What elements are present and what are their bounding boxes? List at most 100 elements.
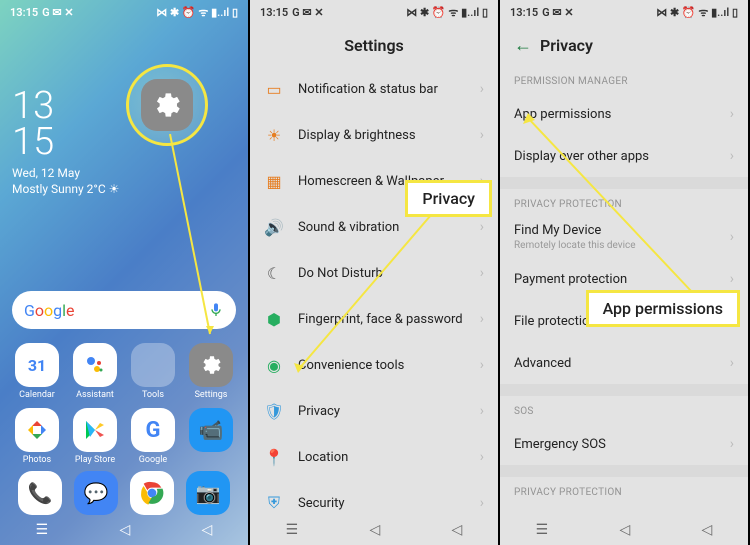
row-label: Do Not Disturb: [298, 266, 466, 281]
row-icon: ▭: [264, 79, 284, 99]
phone-app[interactable]: 📞: [18, 471, 62, 515]
row-label: Fingerprint, face & password: [298, 312, 466, 327]
google-app[interactable]: GGoogle: [128, 408, 178, 465]
nav-back[interactable]: ◁: [202, 522, 213, 538]
privacy-row-find-my-device[interactable]: Find My DeviceRemotely locate this devic…: [500, 216, 748, 258]
row-label: Advanced: [514, 356, 716, 371]
settings-row-do-not-disturb[interactable]: ☾Do Not Disturb›: [250, 250, 498, 296]
nav-back[interactable]: ◁: [452, 522, 463, 538]
chevron-right-icon: ›: [480, 403, 484, 419]
privacy-row-emergency-sos[interactable]: Emergency SOS›: [500, 423, 748, 465]
page-title: Settings: [344, 36, 404, 55]
play-store-app[interactable]: Play Store: [70, 408, 120, 465]
status-left-icons: G ✉ ✕: [542, 6, 573, 19]
row-label: Location: [298, 450, 466, 465]
nav-back[interactable]: ◁: [702, 522, 713, 538]
row-label: Privacy: [298, 404, 466, 419]
weather-text[interactable]: Mostly Sunny 2°C ☀: [12, 182, 236, 196]
chevron-right-icon: ›: [730, 355, 734, 371]
camera-app[interactable]: 📷: [186, 471, 230, 515]
status-time: 13:15: [260, 6, 288, 19]
photos-app[interactable]: Photos: [12, 408, 62, 465]
settings-row-privacy[interactable]: 🛡Privacy›: [250, 388, 498, 434]
assistant-icon: [73, 343, 117, 387]
nav-recent[interactable]: ☰: [286, 522, 299, 538]
status-right-icons: ⋈ ✱ ⏰ ᯤ ▮..ıl ▯: [156, 5, 238, 20]
chevron-right-icon: ›: [480, 127, 484, 143]
section-spacer: [500, 465, 748, 477]
privacy-header: ← Privacy: [500, 24, 748, 66]
google-icon: G: [131, 408, 175, 452]
calendar-icon: 31: [15, 343, 59, 387]
settings-row-display-brightness[interactable]: ☀ Display & brightness ›: [250, 112, 498, 158]
nav-home[interactable]: ◁: [369, 522, 380, 538]
settings-row-notification-status-bar[interactable]: ▭Notification & status bar›: [250, 66, 498, 112]
app-label: Assistant: [76, 390, 114, 400]
chrome-app[interactable]: [130, 471, 174, 515]
chevron-right-icon: ›: [480, 311, 484, 327]
phone-settings-screen: 13:15G ✉ ✕ ⋈ ✱ ⏰ ᯤ ▮..ıl ▯ Settings ▭Not…: [250, 0, 500, 545]
chevron-right-icon: ›: [730, 106, 734, 122]
nav-recent[interactable]: ☰: [36, 522, 49, 538]
row-label: Payment protection: [514, 272, 716, 287]
nav-bar: ☰ ◁ ◁: [250, 515, 498, 545]
app-4[interactable]: 📹: [186, 408, 236, 465]
app-label: Settings: [195, 390, 228, 400]
settings-row-location[interactable]: 📍Location›: [250, 434, 498, 480]
row-label: Security: [298, 496, 466, 511]
row-icon: ☀: [264, 125, 284, 145]
privacy-row-app-lock[interactable]: App Lock›: [500, 504, 748, 515]
nav-bar: ☰ ◁ ◁: [500, 515, 748, 545]
row-label: Sound & vibration: [298, 220, 466, 235]
assistant-app[interactable]: Assistant: [70, 343, 120, 400]
row-icon: ⬢: [264, 309, 284, 329]
nav-home[interactable]: ◁: [119, 522, 130, 538]
row-icon: ◉: [264, 355, 284, 375]
chevron-right-icon: ›: [480, 265, 484, 281]
date-text: Wed, 12 May: [12, 166, 236, 180]
row-label: Display over other apps: [514, 149, 716, 164]
google-search-bar[interactable]: Google: [12, 291, 236, 329]
settings-row-convenience-tools[interactable]: ◉Convenience tools›: [250, 342, 498, 388]
nav-bar: ☰ ◁ ◁: [0, 515, 248, 545]
nav-home[interactable]: ◁: [619, 522, 630, 538]
tools-folder[interactable]: Tools: [128, 343, 178, 400]
mic-icon[interactable]: [208, 302, 224, 318]
phone-home-screen: 13:15G ✉ ✕ ⋈ ✱ ⏰ ᯤ ▮..ıl ▯ 13 15 Wed, 12…: [0, 0, 250, 545]
dock: 📞 💬 📷: [0, 471, 248, 515]
calendar-app[interactable]: 31 Calendar: [12, 343, 62, 400]
privacy-row-advanced[interactable]: Advanced ›: [500, 342, 748, 384]
app-label: Calendar: [19, 390, 55, 400]
row-label: Display & brightness: [298, 128, 466, 143]
status-bar: 13:15G ✉ ✕ ⋈ ✱ ⏰ ᯤ ▮..ıl ▯: [0, 0, 248, 24]
status-bar: 13:15G ✉ ✕ ⋈ ✱ ⏰ ᯤ ▮..ıl ▯: [500, 0, 748, 24]
row-icon: 🔊: [264, 217, 284, 237]
chevron-right-icon: ›: [730, 436, 734, 452]
section-title: PERMISSION MANAGER: [500, 66, 748, 93]
privacy-row-app-permissions[interactable]: App permissions›: [500, 93, 748, 135]
settings-list[interactable]: ▭Notification & status bar› ☀ Display & br…: [250, 66, 498, 515]
settings-app-highlighted[interactable]: [141, 79, 193, 131]
settings-row-fingerprint-face-password[interactable]: ⬢ Fingerprint, face & password ›: [250, 296, 498, 342]
phone-privacy-screen: 13:15G ✉ ✕ ⋈ ✱ ⏰ ᯤ ▮..ıl ▯ ← Privacy PER…: [500, 0, 750, 545]
chevron-right-icon: ›: [730, 229, 734, 245]
row-icon: ⛨: [264, 493, 284, 513]
status-time: 13:15: [10, 6, 38, 19]
settings-header: Settings: [250, 24, 498, 66]
messages-app[interactable]: 💬: [74, 471, 118, 515]
chevron-right-icon: ›: [480, 81, 484, 97]
app-label: Play Store: [75, 455, 115, 465]
settings-app[interactable]: Settings: [186, 343, 236, 400]
gear-icon: [151, 89, 183, 121]
settings-row-security[interactable]: ⛨Security›: [250, 480, 498, 515]
chevron-right-icon: ›: [480, 357, 484, 373]
back-arrow-icon[interactable]: ←: [514, 35, 532, 56]
app-label: Photos: [23, 455, 51, 465]
section-title: PRIVACY PROTECTION: [500, 477, 748, 504]
google-logo: Google: [24, 301, 75, 320]
callout-privacy: Privacy: [405, 180, 492, 217]
privacy-row-display-over-other-apps[interactable]: Display over other apps›: [500, 135, 748, 177]
nav-recent[interactable]: ☰: [536, 522, 549, 538]
status-bar: 13:15G ✉ ✕ ⋈ ✱ ⏰ ᯤ ▮..ıl ▯: [250, 0, 498, 24]
row-icon: 📍: [264, 447, 284, 467]
